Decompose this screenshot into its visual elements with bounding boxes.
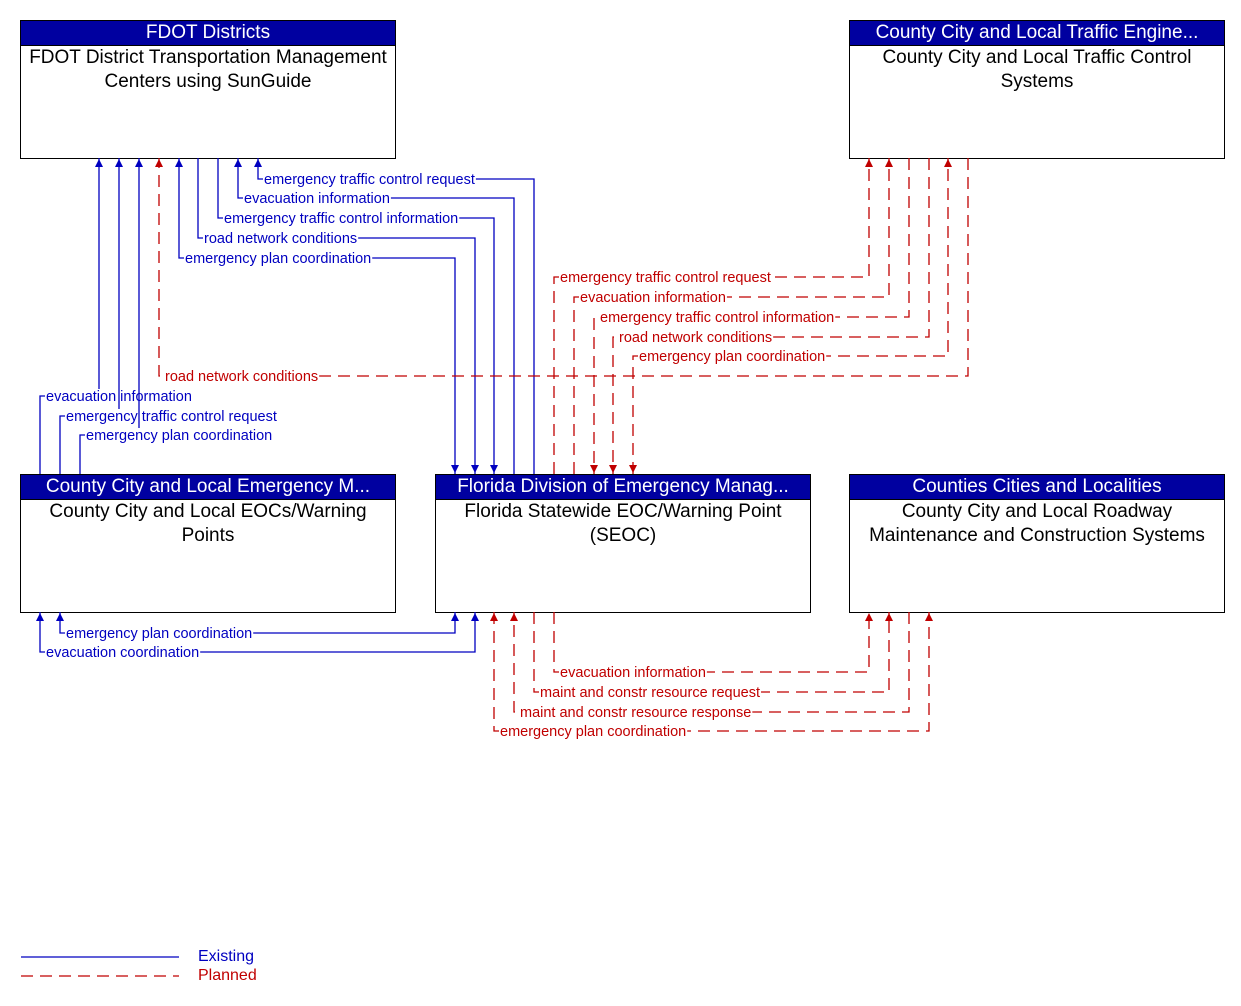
- flow-label: evacuation information: [244, 191, 390, 207]
- arrowhead-icon: [510, 613, 518, 621]
- arrowhead-icon: [865, 613, 873, 621]
- arrowhead-icon: [944, 159, 952, 167]
- legend-existing-label: Existing: [198, 948, 255, 965]
- flow-label: emergency traffic control request: [560, 270, 771, 286]
- arrowhead-icon: [155, 159, 163, 167]
- arrowhead-icon: [56, 613, 64, 621]
- arrowhead-icon: [925, 613, 933, 621]
- arrowhead-icon: [95, 159, 103, 167]
- arrowhead-icon: [471, 613, 479, 621]
- arrowhead-icon: [234, 159, 242, 167]
- flow-f7[interactable]: evacuation information: [39, 158, 193, 474]
- flow-label: maint and constr resource request: [540, 685, 760, 701]
- arrowhead-icon: [629, 465, 637, 473]
- flow-label: evacuation information: [580, 290, 726, 306]
- flow-f17[interactable]: evacuation information: [553, 612, 873, 681]
- flow-label: emergency plan coordination: [500, 724, 686, 740]
- arrowhead-icon: [36, 613, 44, 621]
- flow-label: emergency plan coordination: [185, 251, 371, 267]
- legend-planned-label: Planned: [198, 967, 257, 984]
- flow-label: emergency traffic control information: [224, 211, 458, 227]
- arrowhead-icon: [490, 465, 498, 473]
- flow-label: emergency traffic control information: [600, 310, 834, 326]
- flow-label: road network conditions: [165, 369, 318, 385]
- flow-diagram: emergency traffic control requestevacuat…: [36, 158, 969, 740]
- flow-label: evacuation information: [560, 665, 706, 681]
- flow-f2[interactable]: evacuation information: [234, 158, 515, 474]
- flow-label: emergency traffic control request: [264, 172, 475, 188]
- arrowhead-icon: [490, 613, 498, 621]
- flow-label: evacuation coordination: [46, 645, 199, 661]
- flow-line[interactable]: [553, 612, 870, 673]
- flow-f15[interactable]: emergency plan coordination: [56, 612, 459, 642]
- arrowhead-icon: [115, 159, 123, 167]
- arrowhead-icon: [590, 465, 598, 473]
- arrowhead-icon: [865, 159, 873, 167]
- legend-lines: [21, 956, 179, 977]
- arrowhead-icon: [609, 465, 617, 473]
- flow-line[interactable]: [59, 158, 120, 474]
- flow-label: road network conditions: [619, 330, 772, 346]
- flow-label: emergency plan coordination: [639, 349, 825, 365]
- flow-label: road network conditions: [204, 231, 357, 247]
- flow-label: maint and constr resource response: [520, 705, 751, 721]
- arrowhead-icon: [885, 613, 893, 621]
- arrowhead-icon: [175, 159, 183, 167]
- flow-label: emergency traffic control request: [66, 409, 277, 425]
- flow-label: emergency plan coordination: [86, 428, 272, 444]
- arrowhead-icon: [451, 465, 459, 473]
- flow-line[interactable]: [79, 158, 140, 474]
- arrowhead-icon: [471, 465, 479, 473]
- flow-f12[interactable]: emergency traffic control information: [590, 158, 910, 474]
- arrowhead-icon: [451, 613, 459, 621]
- arrowhead-icon: [885, 159, 893, 167]
- arrowhead-icon: [254, 159, 262, 167]
- flow-label: emergency plan coordination: [66, 626, 252, 642]
- flow-f18[interactable]: maint and constr resource request: [533, 612, 893, 701]
- arrowhead-icon: [135, 159, 143, 167]
- flow-line[interactable]: [39, 158, 100, 474]
